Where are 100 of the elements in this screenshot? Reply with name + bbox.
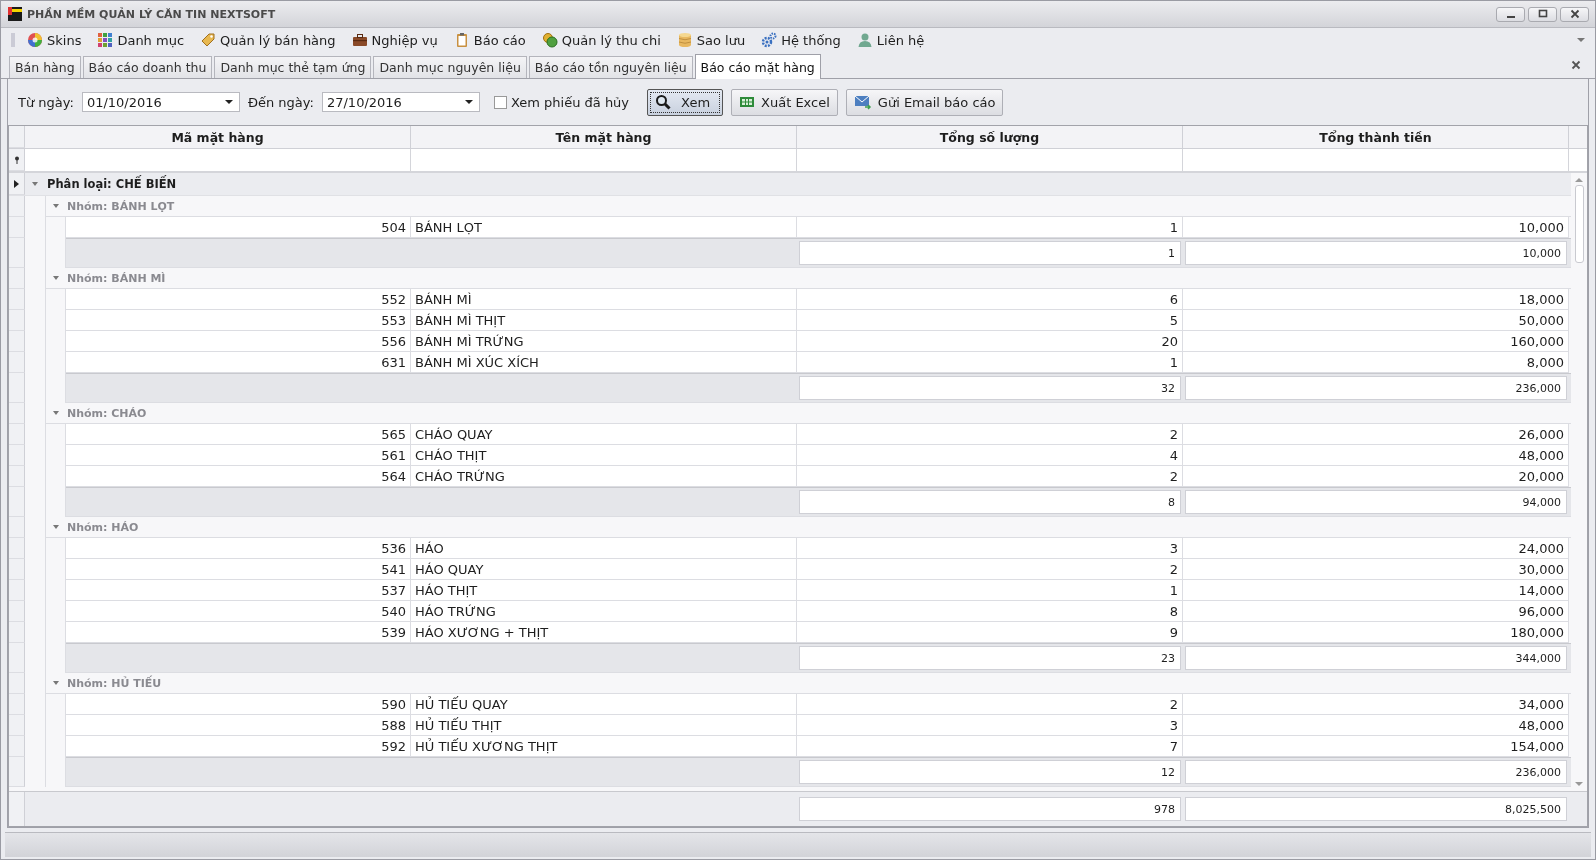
table-cell: BÁNH LỌT <box>411 217 797 238</box>
table-cell: CHÁO THỊT <box>411 445 797 466</box>
table-cell: 2 <box>797 559 1183 580</box>
table-cell: 536 <box>66 538 411 559</box>
table-cell: 24,000 <box>1183 538 1569 559</box>
table-cell: HÁO THỊT <box>411 580 797 601</box>
table-cell: 8 <box>797 601 1183 622</box>
scroll-up-icon[interactable] <box>1575 177 1583 182</box>
window-title: PHẦN MỀM QUẢN LÝ CĂN TIN NEXTSOFT <box>27 7 276 21</box>
collapse-arrow-icon[interactable] <box>52 409 60 417</box>
table-cell: 588 <box>66 715 411 736</box>
tab[interactable]: Báo cáo tồn nguyên liệu <box>528 56 693 78</box>
category-label: Phân loại: CHẾ BIẾN <box>47 177 177 191</box>
menu-item[interactable]: Sao lưu <box>670 30 754 50</box>
column-header[interactable]: Mã mặt hàng <box>25 126 411 148</box>
table-cell: 2 <box>797 466 1183 487</box>
menu-item[interactable]: Liên hệ <box>850 30 933 50</box>
table-cell: 26,000 <box>1183 424 1569 445</box>
column-header[interactable]: Tổng thành tiền <box>1183 126 1569 148</box>
minimize-icon <box>1506 16 1515 18</box>
table-cell: 34,000 <box>1183 694 1569 715</box>
table-cell: 10,000 <box>1183 217 1569 238</box>
scroll-thumb[interactable] <box>1574 185 1584 263</box>
table-cell: 7 <box>797 736 1183 757</box>
collapse-arrow-icon[interactable] <box>52 202 60 210</box>
menu-item[interactable]: Danh mục <box>91 30 193 50</box>
table-cell: 50,000 <box>1183 310 1569 331</box>
table-cell: 592 <box>66 736 411 757</box>
table-cell: HÁO TRỨNG <box>411 601 797 622</box>
table-cell: 537 <box>66 580 411 601</box>
to-date-field[interactable]: 27/10/2016 <box>321 92 480 112</box>
menu-item[interactable]: Báo cáo <box>447 30 534 50</box>
to-date-label: Đến ngày: <box>247 94 314 110</box>
checkbox[interactable] <box>493 95 507 109</box>
table-cell: 2 <box>797 694 1183 715</box>
menu-item[interactable]: Quản lý bán hàng <box>194 30 344 50</box>
tab[interactable]: Danh mục thẻ tạm ứng <box>214 56 372 78</box>
group-label: Nhóm: HÁO <box>67 520 139 534</box>
menu-item[interactable]: Quản lý thu chi <box>535 30 669 50</box>
table-cell: 14,000 <box>1183 580 1569 601</box>
table-cell: 180,000 <box>1183 622 1569 643</box>
table-cell: 565 <box>66 424 411 445</box>
close-button[interactable] <box>1560 6 1589 22</box>
table-cell: 590 <box>66 694 411 715</box>
table-cell: 8,000 <box>1183 352 1569 373</box>
table-cell: 20,000 <box>1183 466 1569 487</box>
filter-pin-icon <box>13 155 20 164</box>
person-icon <box>856 32 873 48</box>
table-cell: 20 <box>797 331 1183 352</box>
email-button[interactable]: Gửi Email báo cáo <box>845 88 1004 116</box>
menu-item[interactable]: Skins <box>21 30 90 50</box>
table-cell: HÁO <box>411 538 797 559</box>
minimize-button[interactable] <box>1496 6 1525 22</box>
tab[interactable]: Báo cáo doanh thu <box>82 56 213 78</box>
dropdown-caret-icon[interactable] <box>464 99 473 105</box>
table-cell: BÁNH MÌ <box>411 289 797 310</box>
collapse-arrow-icon[interactable] <box>31 180 39 188</box>
collapse-arrow-icon[interactable] <box>52 274 60 282</box>
grand-total-cell: 8,025,500 <box>1185 797 1567 821</box>
briefcase-icon <box>351 32 368 48</box>
table-cell: BÁNH MÌ TRỨNG <box>411 331 797 352</box>
maximize-button[interactable] <box>1528 6 1557 22</box>
tab[interactable]: Bán hàng <box>9 56 81 78</box>
collapse-arrow-icon[interactable] <box>52 679 60 687</box>
dropdown-caret-icon[interactable] <box>224 99 233 105</box>
close-icon[interactable] <box>1571 60 1581 70</box>
database-icon <box>676 32 693 48</box>
column-header[interactable]: Tổng số lượng <box>797 126 1183 148</box>
export-excel-button[interactable]: Xuất Excel <box>731 88 838 116</box>
table-cell: BÁNH MÌ THỊT <box>411 310 797 331</box>
group-total-cell: 12 <box>799 760 1181 784</box>
group-label: Nhóm: HỦ TIẾU <box>67 676 162 690</box>
scroll-down-icon[interactable] <box>1575 782 1583 787</box>
tab[interactable]: Danh mục nguyên liệu <box>373 56 527 78</box>
collapse-arrow-icon[interactable] <box>52 523 60 531</box>
tab[interactable]: Báo cáo mặt hàng <box>694 54 821 79</box>
gears-icon <box>761 32 778 48</box>
column-header[interactable]: Tên mặt hàng <box>411 126 797 148</box>
group-total-cell: 94,000 <box>1185 490 1567 514</box>
view-button[interactable]: Xem <box>647 88 724 116</box>
table-cell: 6 <box>797 289 1183 310</box>
table-cell: 564 <box>66 466 411 487</box>
table-cell: 160,000 <box>1183 331 1569 352</box>
table-cell: HỦ TIẾU THỊT <box>411 715 797 736</box>
from-date-field[interactable]: 01/10/2016 <box>81 92 240 112</box>
group-label: Nhóm: BÁNH MÌ <box>67 271 166 285</box>
table-cell: 561 <box>66 445 411 466</box>
menu-item[interactable]: Hệ thống <box>755 30 849 50</box>
checkbox-label: Xem phiếu đã hủy <box>510 94 630 110</box>
group-total-cell: 23 <box>799 646 1181 670</box>
tag-icon <box>200 32 217 48</box>
group-total-cell: 344,000 <box>1185 646 1567 670</box>
menu-item[interactable]: Nghiệp vụ <box>345 30 446 50</box>
group-total-cell: 236,000 <box>1185 760 1567 784</box>
table-cell: 9 <box>797 622 1183 643</box>
spreadsheet-icon <box>739 94 756 110</box>
toolbar-grip-icon <box>11 32 15 48</box>
table-cell: 1 <box>797 352 1183 373</box>
envelope-icon <box>853 94 872 110</box>
table-cell: 553 <box>66 310 411 331</box>
